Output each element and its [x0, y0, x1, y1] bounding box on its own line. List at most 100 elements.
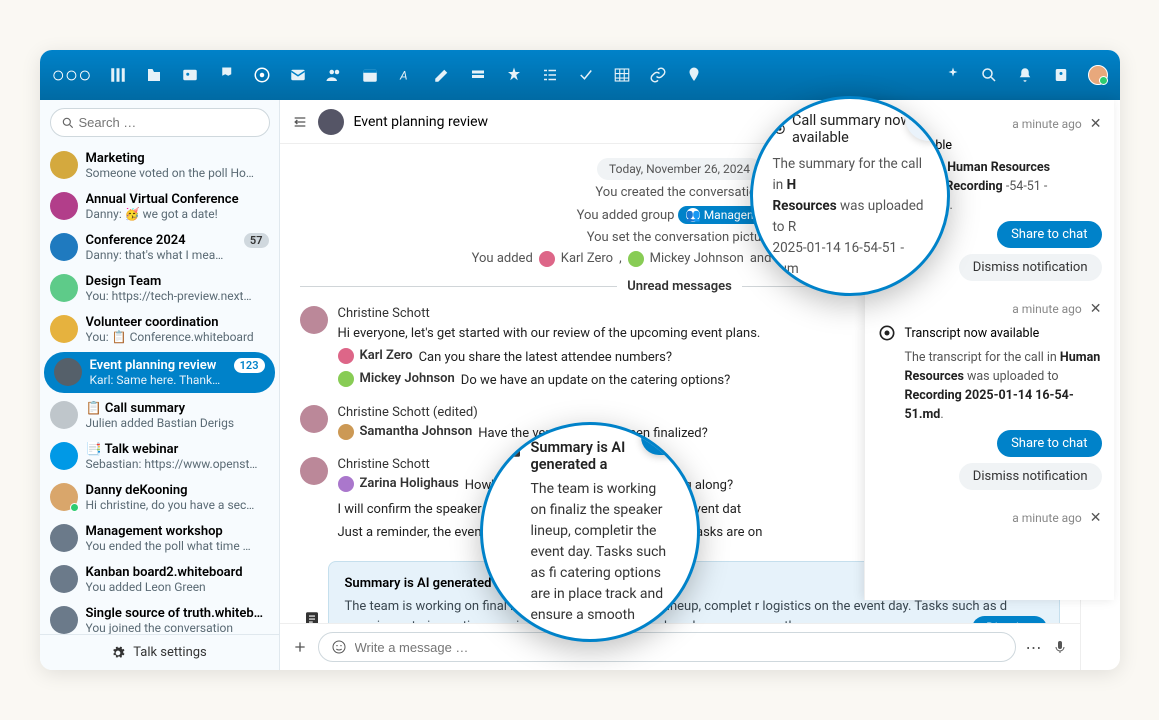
conversation-item[interactable]: Volunteer coordinationYou: 📋 Conference.…: [40, 309, 279, 350]
conversation-subtitle: Danny: 🥳 we got a date!: [86, 207, 269, 221]
assistant-icon: [877, 323, 897, 343]
conversation-subtitle: Sebastian: https://www.openst…: [86, 457, 269, 471]
conversation-subtitle: You: https://tech-preview.next…: [86, 289, 269, 303]
conversation-title: 📋 Call summary: [86, 401, 269, 416]
conversation-list: MarketingSomeone voted on the poll Ho…An…: [40, 145, 279, 634]
mail-icon[interactable]: [289, 66, 307, 84]
dashboard-icon[interactable]: [109, 66, 127, 84]
conversation-item[interactable]: Design TeamYou: https://tech-preview.nex…: [40, 268, 279, 309]
message-avatar: [300, 306, 328, 334]
notifications-icon[interactable]: [1016, 66, 1034, 84]
contacts-menu-icon[interactable]: [1052, 66, 1070, 84]
notification-time: a minute ago: [1012, 511, 1082, 525]
unread-badge: 57: [244, 233, 269, 248]
conversation-subtitle: Julien added Bastian Derigs: [86, 416, 269, 430]
notification: a minute ago✕ Transcript now available T…: [877, 293, 1102, 498]
dismiss-notification-button[interactable]: Dismiss notification: [959, 463, 1102, 490]
group-icon: 👥: [686, 208, 700, 222]
search-box[interactable]: [50, 108, 270, 137]
search-icon[interactable]: [980, 66, 998, 84]
conversation-item[interactable]: 📋 Call summaryJulien added Bastian Derig…: [40, 395, 279, 436]
message-composer: ⋯: [280, 623, 1080, 670]
close-icon[interactable]: ✕: [1090, 510, 1102, 526]
mention[interactable]: Mickey Johnson: [360, 371, 455, 386]
check-icon[interactable]: [577, 66, 595, 84]
maps-icon[interactable]: [685, 66, 703, 84]
photos-icon[interactable]: [181, 66, 199, 84]
conversation-item[interactable]: MarketingSomeone voted on the poll Ho…: [40, 145, 279, 186]
conversation-avatar: [50, 606, 78, 634]
conversation-avatar: [50, 233, 78, 261]
chat-avatar: [318, 109, 344, 135]
conversation-subtitle: Danny: that's what I mea…: [86, 248, 236, 262]
composer-menu-icon[interactable]: ⋯: [1026, 638, 1042, 657]
dismiss-notification-button[interactable]: Dismiss notification: [959, 254, 1102, 281]
conversation-title: Kanban board2.whiteboard: [86, 565, 269, 580]
conversation-item[interactable]: Danny deKooningHi christine, do you have…: [40, 477, 279, 518]
conversation-title: Marketing: [86, 151, 269, 166]
mention[interactable]: Samantha Johnson: [360, 424, 473, 439]
conversation-subtitle: Someone voted on the poll Ho…: [86, 166, 269, 180]
tables-icon[interactable]: [613, 66, 631, 84]
user-avatar[interactable]: [1088, 65, 1108, 85]
app-icon-1[interactable]: [505, 66, 523, 84]
notes-icon[interactable]: [433, 66, 451, 84]
files-icon[interactable]: [145, 66, 163, 84]
tasks-icon[interactable]: [541, 66, 559, 84]
message-input-wrapper[interactable]: [318, 632, 1016, 662]
dismiss-summary-button[interactable]: Dismiss: [972, 616, 1046, 623]
share-to-chat-button[interactable]: Share to chat: [997, 430, 1101, 457]
message-input[interactable]: [355, 640, 1003, 655]
activity-icon[interactable]: [217, 66, 235, 84]
link-icon[interactable]: [649, 66, 667, 84]
conversation-subtitle: Hi christine, do you have a sec…: [86, 498, 269, 512]
deck-icon[interactable]: [469, 66, 487, 84]
message-avatar: [300, 405, 328, 433]
conversation-avatar: [50, 274, 78, 302]
conversation-title: Single source of truth.whiteb…: [86, 606, 269, 621]
zoom-highlight-top: Call summary now available The summary f…: [750, 96, 950, 296]
conversation-subtitle: You joined the conversation: [86, 621, 269, 634]
conversation-avatar: [50, 151, 78, 179]
text-icon[interactable]: A: [397, 66, 415, 84]
calendar-icon[interactable]: [361, 66, 379, 84]
conversation-item[interactable]: Conference 2024Danny: that's what I mea……: [40, 227, 279, 268]
notification-title: Transcript now available: [905, 326, 1040, 341]
message-text: Do we have an update on the catering opt…: [461, 371, 730, 391]
mention[interactable]: Zarina Holighaus: [360, 476, 459, 491]
user-chip-avatar: [628, 251, 644, 267]
share-to-chat-button[interactable]: Share to chat: [997, 221, 1101, 248]
conversation-item[interactable]: Kanban board2.whiteboardYou added Leon G…: [40, 559, 279, 600]
close-icon[interactable]: ✕: [1090, 301, 1102, 317]
summary-doc-icon: [303, 610, 321, 623]
contacts-icon[interactable]: [325, 66, 343, 84]
conversation-title: Management workshop: [86, 524, 269, 539]
attach-icon[interactable]: [292, 639, 308, 655]
talk-settings[interactable]: Talk settings: [40, 634, 279, 670]
assistant-icon[interactable]: [944, 66, 962, 84]
summary-body: The team is working on final ng confirmi…: [345, 597, 1043, 623]
user-chip-avatar: [539, 251, 555, 267]
conversation-item[interactable]: Management workshopYou ended the poll wh…: [40, 518, 279, 559]
conversation-subtitle: Karl: Same here. Thanks…: [90, 373, 226, 387]
sidebar-toggle-icon[interactable]: [292, 114, 308, 130]
mic-icon[interactable]: [1052, 639, 1068, 655]
message-text: Hi everyone, let's get started with our …: [338, 324, 761, 344]
mention[interactable]: Karl Zero: [360, 348, 413, 363]
conversation-item[interactable]: Event planning reviewKarl: Same here. Th…: [44, 352, 275, 393]
notification-time: a minute ago: [1012, 117, 1082, 131]
notification: a minute ago ✕: [877, 502, 1102, 534]
close-icon[interactable]: ✕: [1090, 116, 1102, 132]
svg-text:A: A: [399, 69, 408, 83]
conversation-avatar: [50, 401, 78, 429]
conversation-item[interactable]: Annual Virtual ConferenceDanny: 🥳 we got…: [40, 186, 279, 227]
search-icon: [61, 116, 75, 130]
conversation-item[interactable]: Single source of truth.whiteb…You joined…: [40, 600, 279, 634]
emoji-icon[interactable]: [331, 639, 347, 655]
conversation-item[interactable]: 📑 Talk webinarSebastian: https://www.ope…: [40, 436, 279, 477]
talk-icon[interactable]: [253, 66, 271, 84]
conversation-title: Volunteer coordination: [86, 315, 269, 330]
conversation-subtitle: You: 📋 Conference.whiteboard: [86, 330, 269, 344]
search-input[interactable]: [75, 113, 259, 132]
conversation-title: Conference 2024: [86, 233, 236, 248]
